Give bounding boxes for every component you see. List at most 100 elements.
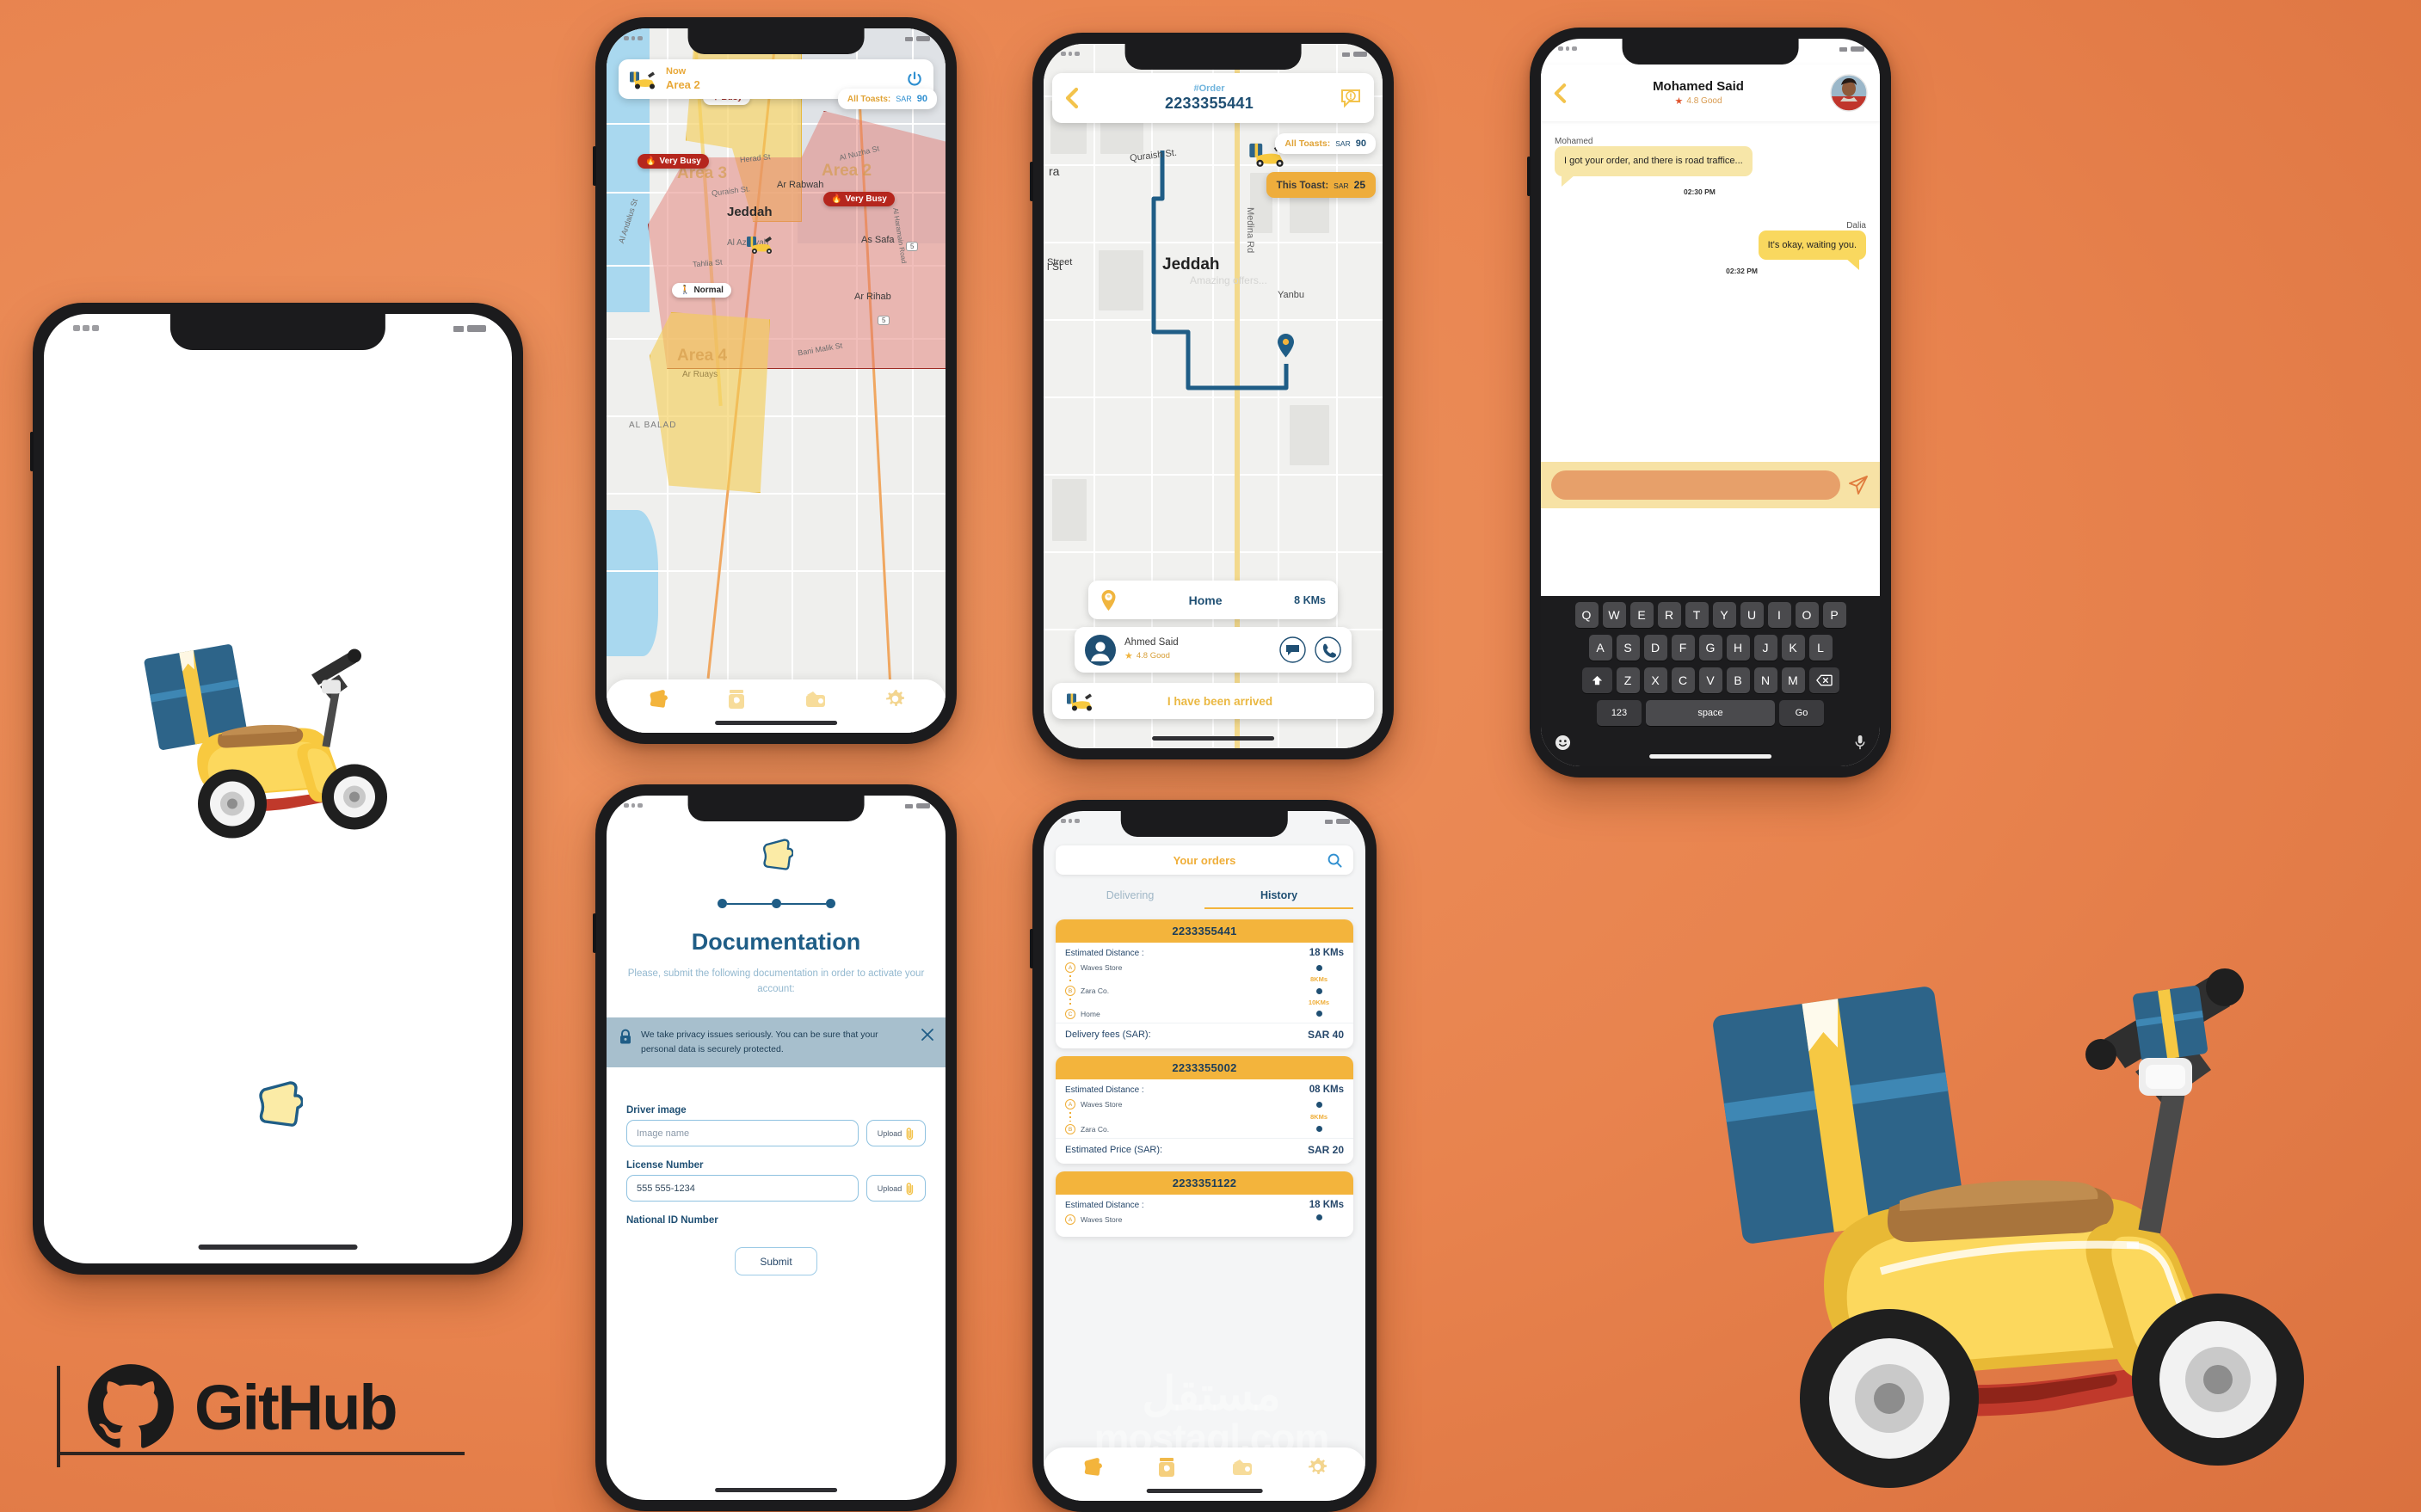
- driver-image-input[interactable]: Image name: [626, 1120, 859, 1146]
- zone-status-chip-area2[interactable]: 🔥 Very Busy: [823, 192, 895, 206]
- send-paper-plane-icon[interactable]: [1847, 474, 1870, 496]
- info-chat-icon[interactable]: [1340, 88, 1362, 108]
- status-bar-right: [1839, 46, 1864, 52]
- chat-bubble-button[interactable]: [1279, 636, 1306, 663]
- tab-wallet-icon[interactable]: [804, 689, 827, 714]
- key-Z[interactable]: Z: [1616, 667, 1640, 693]
- chat-bubble-incoming: I got your order, and there is road traf…: [1555, 146, 1753, 187]
- home-indicator[interactable]: [715, 721, 837, 725]
- stop-name: Zara Co.: [1081, 986, 1110, 995]
- key-I[interactable]: I: [1767, 602, 1791, 628]
- driver-scooter-marker[interactable]: [746, 235, 775, 258]
- star-icon: ★: [1674, 95, 1684, 107]
- key-M[interactable]: M: [1781, 667, 1805, 693]
- key-K[interactable]: K: [1781, 635, 1805, 661]
- key-F[interactable]: F: [1671, 635, 1695, 661]
- key-G[interactable]: G: [1698, 635, 1722, 661]
- power-icon[interactable]: [906, 71, 923, 88]
- splash-screen-surface: [44, 314, 512, 1263]
- tab-wallet-icon[interactable]: [1231, 1457, 1254, 1482]
- zone-status-chip-area3[interactable]: 🔥 Very Busy: [638, 154, 709, 169]
- order-card[interactable]: 2233355002 Estimated Distance : 08 KMs A…: [1056, 1056, 1353, 1164]
- toast-bread-icon: [763, 839, 794, 870]
- zone-map-canvas[interactable]: Area 5 Area 3 Area 2 Area 4 Ar Ruays Jed…: [607, 28, 946, 733]
- key-J[interactable]: J: [1753, 635, 1777, 661]
- upload-license-button[interactable]: Upload: [866, 1175, 926, 1202]
- step-dot-3[interactable]: [825, 899, 835, 908]
- chat-message-list[interactable]: Mohamed I got your order, and there is r…: [1541, 125, 1880, 484]
- zone-status-chip-area4[interactable]: 🚶 Normal: [672, 283, 731, 298]
- key-O[interactable]: O: [1795, 602, 1819, 628]
- tab-toast-icon[interactable]: [646, 688, 668, 715]
- person-avatar-icon: [1085, 634, 1116, 666]
- home-indicator[interactable]: [198, 1245, 358, 1250]
- virtual-keyboard[interactable]: Q W E R T Y U I O P A S D F G H J K L Z …: [1541, 596, 1880, 766]
- key-P[interactable]: P: [1822, 602, 1846, 628]
- tab-toast-icon[interactable]: [1081, 1456, 1103, 1483]
- orders-tabs[interactable]: Delivering History: [1056, 883, 1353, 909]
- order-distance-row: Estimated Distance : 18 KMs: [1056, 1195, 1353, 1212]
- order-distance-value: 18 KMs: [1309, 948, 1344, 958]
- key-Q[interactable]: Q: [1574, 602, 1599, 628]
- microphone-icon[interactable]: [1854, 734, 1866, 751]
- close-x-icon[interactable]: [921, 1029, 933, 1041]
- key-D[interactable]: D: [1643, 635, 1667, 661]
- key-X[interactable]: X: [1643, 667, 1667, 693]
- key-W[interactable]: W: [1602, 602, 1626, 628]
- key-T[interactable]: T: [1685, 602, 1709, 628]
- zone-area-4[interactable]: [650, 312, 770, 493]
- key-N[interactable]: N: [1753, 667, 1777, 693]
- key-E[interactable]: E: [1629, 602, 1654, 628]
- tab-history[interactable]: History: [1204, 883, 1353, 909]
- destination-card[interactable]: Home 8 KMs: [1088, 581, 1338, 619]
- step-dot-1[interactable]: [717, 899, 727, 908]
- key-C[interactable]: C: [1671, 667, 1695, 693]
- tab-gear-icon[interactable]: [1307, 1456, 1328, 1482]
- phone-splash-screen: [30, 303, 523, 1275]
- phone-call-button[interactable]: [1315, 636, 1341, 663]
- message-input-bar[interactable]: [1541, 462, 1880, 508]
- key-numeric[interactable]: 123: [1597, 700, 1642, 726]
- order-distance-value: 18 KMs: [1309, 1200, 1344, 1210]
- step-dot-2[interactable]: [771, 899, 781, 908]
- back-chevron-left-icon[interactable]: [1553, 83, 1567, 104]
- orders-search-bar[interactable]: Your orders: [1056, 845, 1353, 875]
- key-V[interactable]: V: [1698, 667, 1722, 693]
- key-L[interactable]: L: [1808, 635, 1833, 661]
- key-A[interactable]: A: [1588, 635, 1612, 661]
- shift-arrow-icon[interactable]: [1581, 667, 1612, 693]
- upload-driver-image-button[interactable]: Upload: [866, 1120, 926, 1146]
- backspace-icon[interactable]: [1808, 667, 1839, 693]
- home-indicator[interactable]: [715, 1488, 837, 1492]
- order-card[interactable]: 2233355441 Estimated Distance : 18 KMs A…: [1056, 919, 1353, 1048]
- search-icon[interactable]: [1328, 853, 1342, 868]
- tab-gear-icon[interactable]: [884, 688, 906, 714]
- key-S[interactable]: S: [1616, 635, 1640, 661]
- orders-list[interactable]: 2233355441 Estimated Distance : 18 KMs A…: [1056, 919, 1353, 1237]
- order-card[interactable]: 2233351122 Estimated Distance : 18 KMs A…: [1056, 1171, 1353, 1237]
- emoji-smiley-icon[interactable]: [1555, 734, 1571, 751]
- phone-notch: [1120, 811, 1289, 837]
- order-stops: A Waves Store B Zara Co. C Home 8KMs 10K…: [1056, 960, 1353, 1019]
- key-Y[interactable]: Y: [1712, 602, 1736, 628]
- arrived-button[interactable]: I have been arrived: [1052, 683, 1374, 719]
- contact-avatar[interactable]: [1830, 74, 1868, 112]
- tab-delivering[interactable]: Delivering: [1056, 883, 1204, 909]
- key-R[interactable]: R: [1657, 602, 1681, 628]
- back-chevron-left-icon[interactable]: [1064, 87, 1079, 109]
- tab-jam-jar-icon[interactable]: [726, 688, 747, 715]
- license-number-input[interactable]: 555 555-1234: [626, 1175, 859, 1202]
- chat-bubble-outgoing: It's okay, waiting you.: [1758, 230, 1866, 270]
- key-space[interactable]: space: [1646, 700, 1775, 726]
- key-go[interactable]: Go: [1779, 700, 1824, 726]
- tab-jam-jar-icon[interactable]: [1156, 1456, 1177, 1483]
- message-input-field[interactable]: [1551, 470, 1840, 500]
- key-B[interactable]: B: [1726, 667, 1750, 693]
- submit-button[interactable]: Submit: [735, 1247, 817, 1275]
- key-H[interactable]: H: [1726, 635, 1750, 661]
- home-indicator[interactable]: [1649, 754, 1771, 759]
- location-pin-icon: [1100, 589, 1117, 612]
- key-U[interactable]: U: [1740, 602, 1764, 628]
- home-indicator[interactable]: [1146, 1489, 1263, 1493]
- home-indicator[interactable]: [1152, 736, 1274, 741]
